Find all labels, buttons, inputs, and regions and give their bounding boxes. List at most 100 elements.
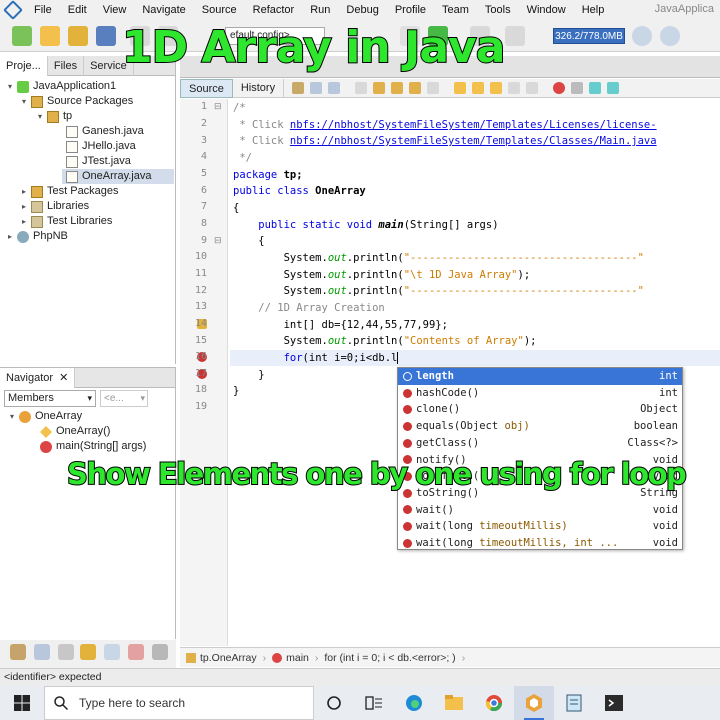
tree-item-jhello-java[interactable]: JHello.java <box>66 139 136 154</box>
breadcrumb-statement[interactable]: for (int i = 0; i < db.<error>; ) <box>318 652 461 664</box>
filter-icon[interactable] <box>128 644 144 660</box>
chrome-button[interactable] <box>474 686 514 720</box>
template-link[interactable]: nbfs://nbhost/SystemFileSystem/Templates… <box>290 135 657 147</box>
menu-help[interactable]: Help <box>574 4 613 16</box>
tree-item-ganesh-java[interactable]: Ganesh.java <box>66 124 144 139</box>
edge-button[interactable] <box>394 686 434 720</box>
completion-item[interactable]: hashCode() int <box>398 385 682 402</box>
menu-run[interactable]: Run <box>302 4 338 16</box>
tree-item-tp[interactable]: ▾ tp <box>36 109 72 124</box>
tab-history[interactable]: History <box>233 78 285 98</box>
new-file-icon[interactable] <box>40 26 60 46</box>
menu-profile[interactable]: Profile <box>387 4 434 16</box>
fold-icon[interactable]: ⊟ <box>214 101 222 112</box>
menu-source[interactable]: Source <box>194 4 245 16</box>
tab-source[interactable]: Source <box>180 78 233 98</box>
forward-icon[interactable] <box>328 82 341 94</box>
fold-icon[interactable]: ⊟ <box>214 235 222 246</box>
terminal-button[interactable] <box>594 686 634 720</box>
close-icon[interactable]: ✕ <box>59 372 68 384</box>
find-next-icon[interactable] <box>391 82 404 94</box>
collapse-icon[interactable]: ▾ <box>20 94 28 109</box>
menu-edit[interactable]: Edit <box>60 4 95 16</box>
filter-icon[interactable] <box>58 644 74 660</box>
tree-item-phpnb[interactable]: ▸ PhpNB <box>6 229 68 244</box>
shift-right-icon[interactable] <box>526 82 539 94</box>
navigator-filter-select[interactable]: <e... ▾ <box>100 390 148 407</box>
profile-ide-icon[interactable] <box>660 26 680 46</box>
task-view-button[interactable] <box>314 686 354 720</box>
members-select[interactable]: Members ▾ <box>4 390 96 407</box>
taskbar-search-box[interactable]: Type here to search <box>44 686 314 720</box>
tree-item-onearray-java[interactable]: OneArray.java <box>62 169 174 184</box>
filter-icon[interactable] <box>34 644 50 660</box>
collapse-icon[interactable]: ▾ <box>6 79 14 94</box>
toggle-bookmark-icon[interactable] <box>490 82 503 94</box>
memory-meter[interactable]: 326.2/778.0MB <box>553 28 625 44</box>
find-icon[interactable] <box>355 82 368 94</box>
template-link[interactable]: nbfs://nbhost/SystemFileSystem/Templates… <box>290 119 657 131</box>
file-explorer-button[interactable] <box>434 686 474 720</box>
collapse-icon[interactable]: ▾ <box>36 109 44 124</box>
breadcrumb-method[interactable]: main <box>266 652 315 664</box>
lock-icon[interactable] <box>80 644 96 660</box>
expand-icon[interactable]: ▸ <box>20 214 28 229</box>
menu-view[interactable]: View <box>95 4 135 16</box>
tab-navigator[interactable]: Navigator ✕ <box>0 367 76 388</box>
tree-item-libraries[interactable]: ▸ Libraries <box>20 199 89 214</box>
open-project-icon[interactable] <box>68 26 88 46</box>
widgets-button[interactable] <box>354 686 394 720</box>
back-icon[interactable] <box>310 82 323 94</box>
menu-tools[interactable]: Tools <box>477 4 519 16</box>
navigator-item-onearray[interactable]: ▾ OneArray <box>8 409 82 424</box>
save-all-icon[interactable] <box>96 26 116 46</box>
stop-macro-icon[interactable] <box>571 82 584 94</box>
menu-debug[interactable]: Debug <box>338 4 386 16</box>
completion-item[interactable]: getClass() Class<?> <box>398 435 682 452</box>
tree-item-test-packages[interactable]: ▸ Test Packages <box>20 184 119 199</box>
prev-bookmark-icon[interactable] <box>454 82 467 94</box>
menu-refactor[interactable]: Refactor <box>245 4 303 16</box>
gc-icon[interactable] <box>632 26 652 46</box>
completion-item[interactable]: equals(Object obj) boolean <box>398 418 682 435</box>
expand-icon[interactable]: ▸ <box>6 229 14 244</box>
toggle-highlight-icon[interactable] <box>427 82 440 94</box>
navigator-item-constructor[interactable]: OneArray() <box>40 424 110 439</box>
tree-item-source-packages[interactable]: ▾ Source Packages <box>20 94 133 109</box>
completion-item[interactable]: wait(long timeoutMillis, int ... void <box>398 535 682 552</box>
filter-icon[interactable] <box>10 644 26 660</box>
last-edit-icon[interactable] <box>292 82 305 94</box>
menu-team[interactable]: Team <box>434 4 477 16</box>
notepad-button[interactable] <box>554 686 594 720</box>
expand-icon[interactable]: ▸ <box>20 184 28 199</box>
uncomment-icon[interactable] <box>607 82 620 94</box>
expand-icon[interactable]: ▸ <box>20 199 28 214</box>
next-bookmark-icon[interactable] <box>472 82 485 94</box>
record-macro-icon[interactable] <box>553 82 566 94</box>
netbeans-taskbar-button[interactable] <box>514 686 554 720</box>
navigator-item-main[interactable]: main(String[] args) <box>40 439 146 454</box>
start-button[interactable] <box>0 686 44 720</box>
menu-window[interactable]: Window <box>519 4 574 16</box>
tab-files[interactable]: Files <box>48 55 85 76</box>
profile-icon[interactable] <box>505 26 525 46</box>
find-selection-icon[interactable] <box>409 82 422 94</box>
completion-item[interactable]: clone() Object <box>398 401 682 418</box>
filter-icon[interactable] <box>104 644 120 660</box>
shift-left-icon[interactable] <box>508 82 521 94</box>
find-prev-icon[interactable] <box>373 82 386 94</box>
comment-icon[interactable] <box>589 82 602 94</box>
tree-item-jtest-java[interactable]: JTest.java <box>66 154 131 169</box>
filter-icon[interactable] <box>152 644 168 660</box>
tree-item-javaapplication1[interactable]: ▾ JavaApplication1 <box>6 79 116 94</box>
new-project-icon[interactable] <box>12 26 32 46</box>
collapse-icon[interactable]: ▾ <box>8 409 16 424</box>
completion-item[interactable]: length int <box>398 368 682 385</box>
completion-item[interactable]: wait() void <box>398 502 682 519</box>
menu-navigate[interactable]: Navigate <box>134 4 193 16</box>
menu-file[interactable]: File <box>26 4 60 16</box>
tab-projects[interactable]: Proje... <box>0 55 48 76</box>
breadcrumb-class[interactable]: tp.OneArray <box>180 652 263 664</box>
completion-item[interactable]: wait(long timeoutMillis) void <box>398 518 682 535</box>
tree-item-test-libraries[interactable]: ▸ Test Libraries <box>20 214 112 229</box>
